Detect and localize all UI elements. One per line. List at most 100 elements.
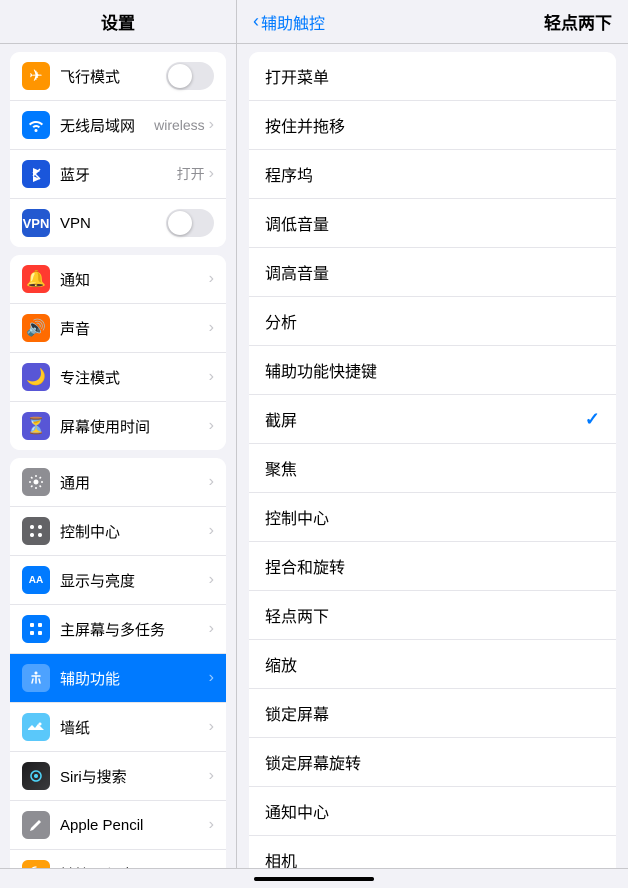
right-item-camera[interactable]: 相机 [249, 836, 616, 868]
right-panel: 打开菜单按住并拖移程序坞调低音量调高音量分析辅助功能快捷键截屏✓聚焦控制中心捏合… [237, 44, 628, 868]
sidebar-item-airplane[interactable]: ✈ 飞行模式 [10, 52, 226, 101]
right-item-press-drag[interactable]: 按住并拖移 [249, 101, 616, 150]
back-chevron-icon: ‹ [253, 11, 259, 32]
right-item-analytics[interactable]: 分析 [249, 297, 616, 346]
wallpaper-icon [22, 713, 50, 741]
display-icon: AA [22, 566, 50, 594]
airplane-toggle[interactable] [166, 62, 214, 90]
bottom-bar [0, 868, 628, 888]
sidebar-item-screentime[interactable]: ⏳ 屏幕使用时间 › [10, 402, 226, 450]
sidebar-item-notification[interactable]: 🔔 通知 › [10, 255, 226, 304]
right-item-label: 分析 [265, 309, 600, 333]
right-item-label: 聚焦 [265, 456, 600, 480]
right-item-label: 程序坞 [265, 162, 600, 186]
header: 设置 ‹ 辅助触控 轻点两下 [0, 0, 628, 44]
right-item-lock-rotate[interactable]: 锁定屏幕旋转 [249, 738, 616, 787]
chevron-icon: › [209, 718, 214, 736]
sidebar-item-label: 显示与亮度 [60, 570, 209, 591]
vpn-toggle[interactable] [166, 209, 214, 237]
right-item-label: 锁定屏幕旋转 [265, 750, 600, 774]
sidebar-item-label: 控制中心 [60, 521, 209, 542]
right-item-vol-up[interactable]: 调高音量 [249, 248, 616, 297]
right-item-label: 辅助功能快捷键 [265, 358, 600, 382]
sidebar-item-label: 辅助功能 [60, 668, 209, 689]
sidebar-item-siri[interactable]: Siri与搜索 › [10, 752, 226, 801]
chevron-icon: › [209, 165, 214, 183]
sidebar-item-label: VPN [60, 215, 166, 232]
accessibility-icon [22, 664, 50, 692]
sidebar-item-label: 通知 [60, 269, 209, 290]
checkmark-icon: ✓ [585, 409, 600, 430]
sidebar-item-label: 屏幕使用时间 [60, 416, 209, 437]
right-item-label: 轻点两下 [265, 603, 600, 627]
right-item-label: 截屏 [265, 407, 585, 431]
right-item-lock-screen[interactable]: 锁定屏幕 [249, 689, 616, 738]
main-content: ✈ 飞行模式 无线局域网 wireless › [0, 44, 628, 868]
right-panel-title: 轻点两下 [544, 9, 612, 34]
right-item-label: 控制中心 [265, 505, 600, 529]
sidebar-item-label: 飞行模式 [60, 66, 166, 87]
chevron-icon: › [209, 816, 214, 834]
sidebar-item-wallpaper[interactable]: 墙纸 › [10, 703, 226, 752]
right-item-label: 按住并拖移 [265, 113, 600, 137]
chevron-icon: › [209, 417, 214, 435]
chevron-icon: › [209, 270, 214, 288]
sidebar-item-label: 墙纸 [60, 717, 209, 738]
chevron-icon: › [209, 522, 214, 540]
sidebar-item-wifi[interactable]: 无线局域网 wireless › [10, 101, 226, 150]
chevron-icon: › [209, 319, 214, 337]
right-item-notification-center[interactable]: 通知中心 [249, 787, 616, 836]
sidebar-item-bluetooth[interactable]: 蓝牙 打开 › [10, 150, 226, 199]
sidebar-section-connectivity: ✈ 飞行模式 无线局域网 wireless › [10, 52, 226, 247]
back-label: 辅助触控 [261, 10, 325, 34]
wifi-icon [22, 111, 50, 139]
right-item-zoom[interactable]: 缩放 [249, 640, 616, 689]
homescreen-icon [22, 615, 50, 643]
chevron-icon: › [209, 116, 214, 134]
sidebar-item-sound[interactable]: 🔊 声音 › [10, 304, 226, 353]
back-button[interactable]: ‹ 辅助触控 [253, 10, 325, 34]
chevron-icon: › [209, 669, 214, 687]
general-icon [22, 468, 50, 496]
wifi-value: wireless [154, 117, 205, 133]
vpn-icon: VPN [22, 209, 50, 237]
right-item-label: 调低音量 [265, 211, 600, 235]
sidebar-item-pencil[interactable]: Apple Pencil › [10, 801, 226, 850]
right-item-double-tap[interactable]: 轻点两下 [249, 591, 616, 640]
chevron-icon: › [209, 620, 214, 638]
sidebar-item-accessibility[interactable]: 辅助功能 › [10, 654, 226, 703]
right-item-label: 捏合和旋转 [265, 554, 600, 578]
sidebar-item-general[interactable]: 通用 › [10, 458, 226, 507]
right-item-vol-down[interactable]: 调低音量 [249, 199, 616, 248]
chevron-icon: › [209, 368, 214, 386]
right-item-open-menu[interactable]: 打开菜单 [249, 52, 616, 101]
sidebar-item-label: Apple Pencil [60, 817, 209, 834]
right-item-control-center[interactable]: 控制中心 [249, 493, 616, 542]
right-item-label: 相机 [265, 848, 600, 868]
right-item-focus-item[interactable]: 聚焦 [249, 444, 616, 493]
sidebar-item-vpn[interactable]: VPN VPN [10, 199, 226, 247]
sidebar-item-controlcenter[interactable]: 控制中心 › [10, 507, 226, 556]
right-item-label: 缩放 [265, 652, 600, 676]
sidebar-header: 设置 [0, 0, 237, 43]
right-item-screenshot[interactable]: 截屏✓ [249, 395, 616, 444]
right-item-pinch-rotate[interactable]: 捏合和旋转 [249, 542, 616, 591]
sidebar-section-notifications: 🔔 通知 › 🔊 声音 › 🌙 专注模式 › ⏳ 屏幕使用时间 › [10, 255, 226, 450]
sidebar-item-homescreen[interactable]: 主屏幕与多任务 › [10, 605, 226, 654]
controlcenter-icon [22, 517, 50, 545]
right-item-codeguard[interactable]: 程序坞 [249, 150, 616, 199]
right-item-shortcut[interactable]: 辅助功能快捷键 [249, 346, 616, 395]
sidebar-item-focus[interactable]: 🌙 专注模式 › [10, 353, 226, 402]
sidebar-title: 设置 [101, 9, 135, 34]
sidebar-item-touchid[interactable]: 触控ID与密码 › [10, 850, 226, 868]
right-item-label: 通知中心 [265, 799, 600, 823]
home-indicator [254, 877, 374, 881]
notification-icon: 🔔 [22, 265, 50, 293]
right-items-section: 打开菜单按住并拖移程序坞调低音量调高音量分析辅助功能快捷键截屏✓聚焦控制中心捏合… [249, 52, 616, 868]
bluetooth-value: 打开 [177, 164, 205, 184]
sidebar-item-label: 声音 [60, 318, 209, 339]
right-header: ‹ 辅助触控 轻点两下 [237, 0, 628, 43]
pencil-icon [22, 811, 50, 839]
sidebar-item-display[interactable]: AA 显示与亮度 › [10, 556, 226, 605]
right-item-label: 锁定屏幕 [265, 701, 600, 725]
